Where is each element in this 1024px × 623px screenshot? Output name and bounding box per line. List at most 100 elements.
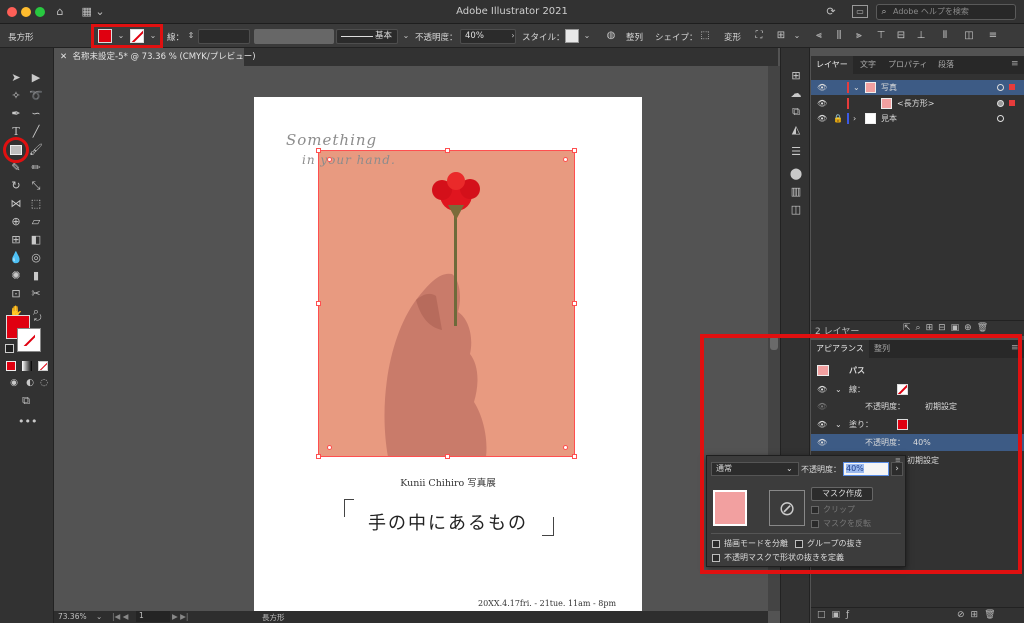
corner-widget-tl[interactable] [327, 157, 332, 162]
shaper-tool-icon[interactable]: ✎ [8, 160, 24, 176]
slice-tool-icon[interactable]: ✂ [28, 286, 44, 302]
gradient-tool-icon[interactable]: ◧ [28, 232, 44, 248]
isolate-icon[interactable]: ⊞ [774, 29, 788, 43]
swatches-panel-icon[interactable]: ⧉ [788, 104, 804, 120]
opacity-arrow-icon[interactable]: › [506, 29, 520, 43]
stroke-weight-stepper-icon[interactable]: ⇕ [184, 29, 198, 43]
zoom-level[interactable]: 73.36% [58, 612, 87, 621]
layer-row-rectangle[interactable]: 👁 <長方形> [811, 96, 1024, 111]
visibility-eye-icon[interactable]: 👁 [817, 80, 827, 95]
handle-bottom-right[interactable] [572, 454, 577, 459]
main-title-text[interactable]: 手の中にあるもの [254, 509, 642, 535]
layer-name[interactable]: <長方形> [897, 96, 934, 111]
layers-footer-icons[interactable]: ⇱⌕⊞⊟▣⊕🗑 [903, 323, 993, 333]
align-right-icon[interactable]: ⫸ [852, 29, 866, 43]
recolor-artwork-icon[interactable]: ◍ [604, 29, 618, 43]
artboards-panel-icon[interactable]: ⊞ [788, 68, 804, 84]
lasso-tool-icon[interactable]: ➰ [28, 88, 44, 104]
stroke-style-chevron-icon[interactable]: ⌄ [399, 29, 413, 43]
bounding-box-icon[interactable]: ⛶ [752, 29, 766, 43]
handle-left[interactable] [316, 301, 321, 306]
width-tool-icon[interactable]: ⋈ [8, 196, 24, 212]
eyedropper-tool-icon[interactable]: 💧 [8, 250, 24, 266]
transform-button[interactable]: 変形 [724, 31, 741, 43]
handle-bottom[interactable] [445, 454, 450, 459]
help-search-input[interactable]: Adobe ヘルプを検索 [876, 4, 1016, 20]
shape-properties-icon[interactable]: ⬚ [698, 29, 712, 43]
handle-bottom-left[interactable] [316, 454, 321, 459]
stroke-panel-icon[interactable]: ☰ [788, 144, 804, 160]
brush-definition-select[interactable]: 基本 [336, 29, 398, 44]
align-top-icon[interactable]: ⊤ [874, 29, 888, 43]
libraries-panel-icon[interactable]: ☁ [788, 86, 804, 102]
first-artboard-icon[interactable]: |◀ ◀ [112, 612, 128, 621]
target-circle-icon[interactable] [997, 100, 1004, 107]
variable-width-profile[interactable] [254, 29, 334, 44]
sync-icon[interactable]: ⟳ [824, 4, 838, 20]
stroke-color-box[interactable] [17, 328, 41, 352]
script-text-line1[interactable]: Something [286, 131, 377, 149]
corner-widget-bl[interactable] [327, 445, 332, 450]
date-line-text[interactable]: 20XX.4.17fri. - 21tue. 11am - 8pm [478, 599, 616, 608]
align-button[interactable]: 整列 [626, 31, 643, 43]
align-left-icon[interactable]: ⫷ [812, 29, 826, 43]
default-colors-icon[interactable] [5, 344, 14, 353]
layer-name[interactable]: 写真 [881, 80, 897, 95]
selection-indicator[interactable] [1009, 84, 1015, 90]
magic-wand-tool-icon[interactable]: ✧ [8, 88, 24, 104]
artboard-tool-icon[interactable]: ⊡ [8, 286, 24, 302]
curvature-tool-icon[interactable]: ∽ [28, 106, 44, 122]
align-bottom-icon[interactable]: ⊥ [914, 29, 928, 43]
swap-fill-stroke-icon[interactable]: ⤾ [34, 314, 44, 324]
appearance-footer-right-icons[interactable]: ⊘⊞🗑 [957, 610, 1002, 620]
expand-chevron-icon[interactable]: ⌄ [853, 80, 860, 95]
isolate-chevron-icon[interactable]: ⌄ [790, 29, 804, 43]
stroke-weight-field[interactable] [198, 29, 250, 44]
draw-normal-icon[interactable]: ◉ [6, 375, 22, 391]
selection-tool-icon[interactable]: ➤ [8, 70, 24, 86]
shape-builder-tool-icon[interactable]: ⊕ [8, 214, 24, 230]
line-tool-icon[interactable]: ╱ [28, 124, 44, 140]
lock-icon[interactable]: 🔒 [833, 111, 843, 126]
target-circle-icon[interactable] [997, 115, 1004, 122]
next-artboard-icon[interactable]: ▶ ▶| [172, 612, 188, 621]
layer-row-photo[interactable]: 👁 ⌄ 写真 [811, 80, 1024, 95]
collapse-chevron-icon[interactable]: › [853, 111, 856, 126]
visibility-eye-icon[interactable]: 👁 [817, 111, 827, 126]
close-tab-icon[interactable]: ✕ [60, 52, 67, 62]
transparency-panel-icon[interactable]: ⬤ [788, 166, 804, 182]
handle-top[interactable] [445, 148, 450, 153]
pathfinder-panel-icon[interactable]: ◫ [788, 202, 804, 218]
blend-tool-icon[interactable]: ◎ [28, 250, 44, 266]
selection-indicator[interactable] [1009, 100, 1015, 106]
arrange-documents-icon[interactable]: ▭ [852, 5, 868, 18]
align-middle-icon[interactable]: ⊟ [894, 29, 908, 43]
screen-mode-icon[interactable]: ⧉ [18, 393, 34, 409]
free-transform-tool-icon[interactable]: ⬚ [28, 196, 44, 212]
handle-top-right[interactable] [572, 148, 577, 153]
rotate-tool-icon[interactable]: ↻ [8, 178, 24, 194]
layers-menu-icon[interactable]: ≡ [1011, 59, 1019, 69]
appearance-footer-icons[interactable]: □▣ƒ [817, 610, 855, 620]
corner-widget-br[interactable] [563, 445, 568, 450]
color-mode-icon[interactable] [6, 361, 16, 371]
color-guide-panel-icon[interactable]: ◭ [788, 122, 804, 138]
visibility-eye-icon[interactable]: 👁 [817, 96, 827, 111]
layer-name[interactable]: 見本 [881, 111, 897, 126]
direct-selection-tool-icon[interactable]: ▶ [28, 70, 44, 86]
style-chevron-icon[interactable]: ⌄ [580, 29, 594, 43]
target-circle-icon[interactable] [997, 84, 1004, 91]
draw-inside-icon[interactable]: ◌ [36, 375, 52, 391]
artboard[interactable]: Something in your hand. Kunii Chihiro 写真… [254, 97, 642, 611]
edit-toolbar-icon[interactable]: ••• [18, 414, 37, 430]
distribute-icon[interactable]: ⫴ [938, 29, 952, 43]
canvas[interactable]: Something in your hand. Kunii Chihiro 写真… [54, 66, 768, 611]
pen-tool-icon[interactable]: ✒ [8, 106, 24, 122]
gradient-mode-icon[interactable] [22, 361, 32, 371]
handle-top-left[interactable] [316, 148, 321, 153]
symbol-sprayer-tool-icon[interactable]: ✺ [8, 268, 24, 284]
tab-layers[interactable]: レイヤー [811, 56, 853, 74]
tab-character[interactable]: 文字 [855, 56, 881, 74]
none-mode-icon[interactable] [38, 361, 48, 371]
pathfinder-icon[interactable]: ◫ [962, 29, 976, 43]
